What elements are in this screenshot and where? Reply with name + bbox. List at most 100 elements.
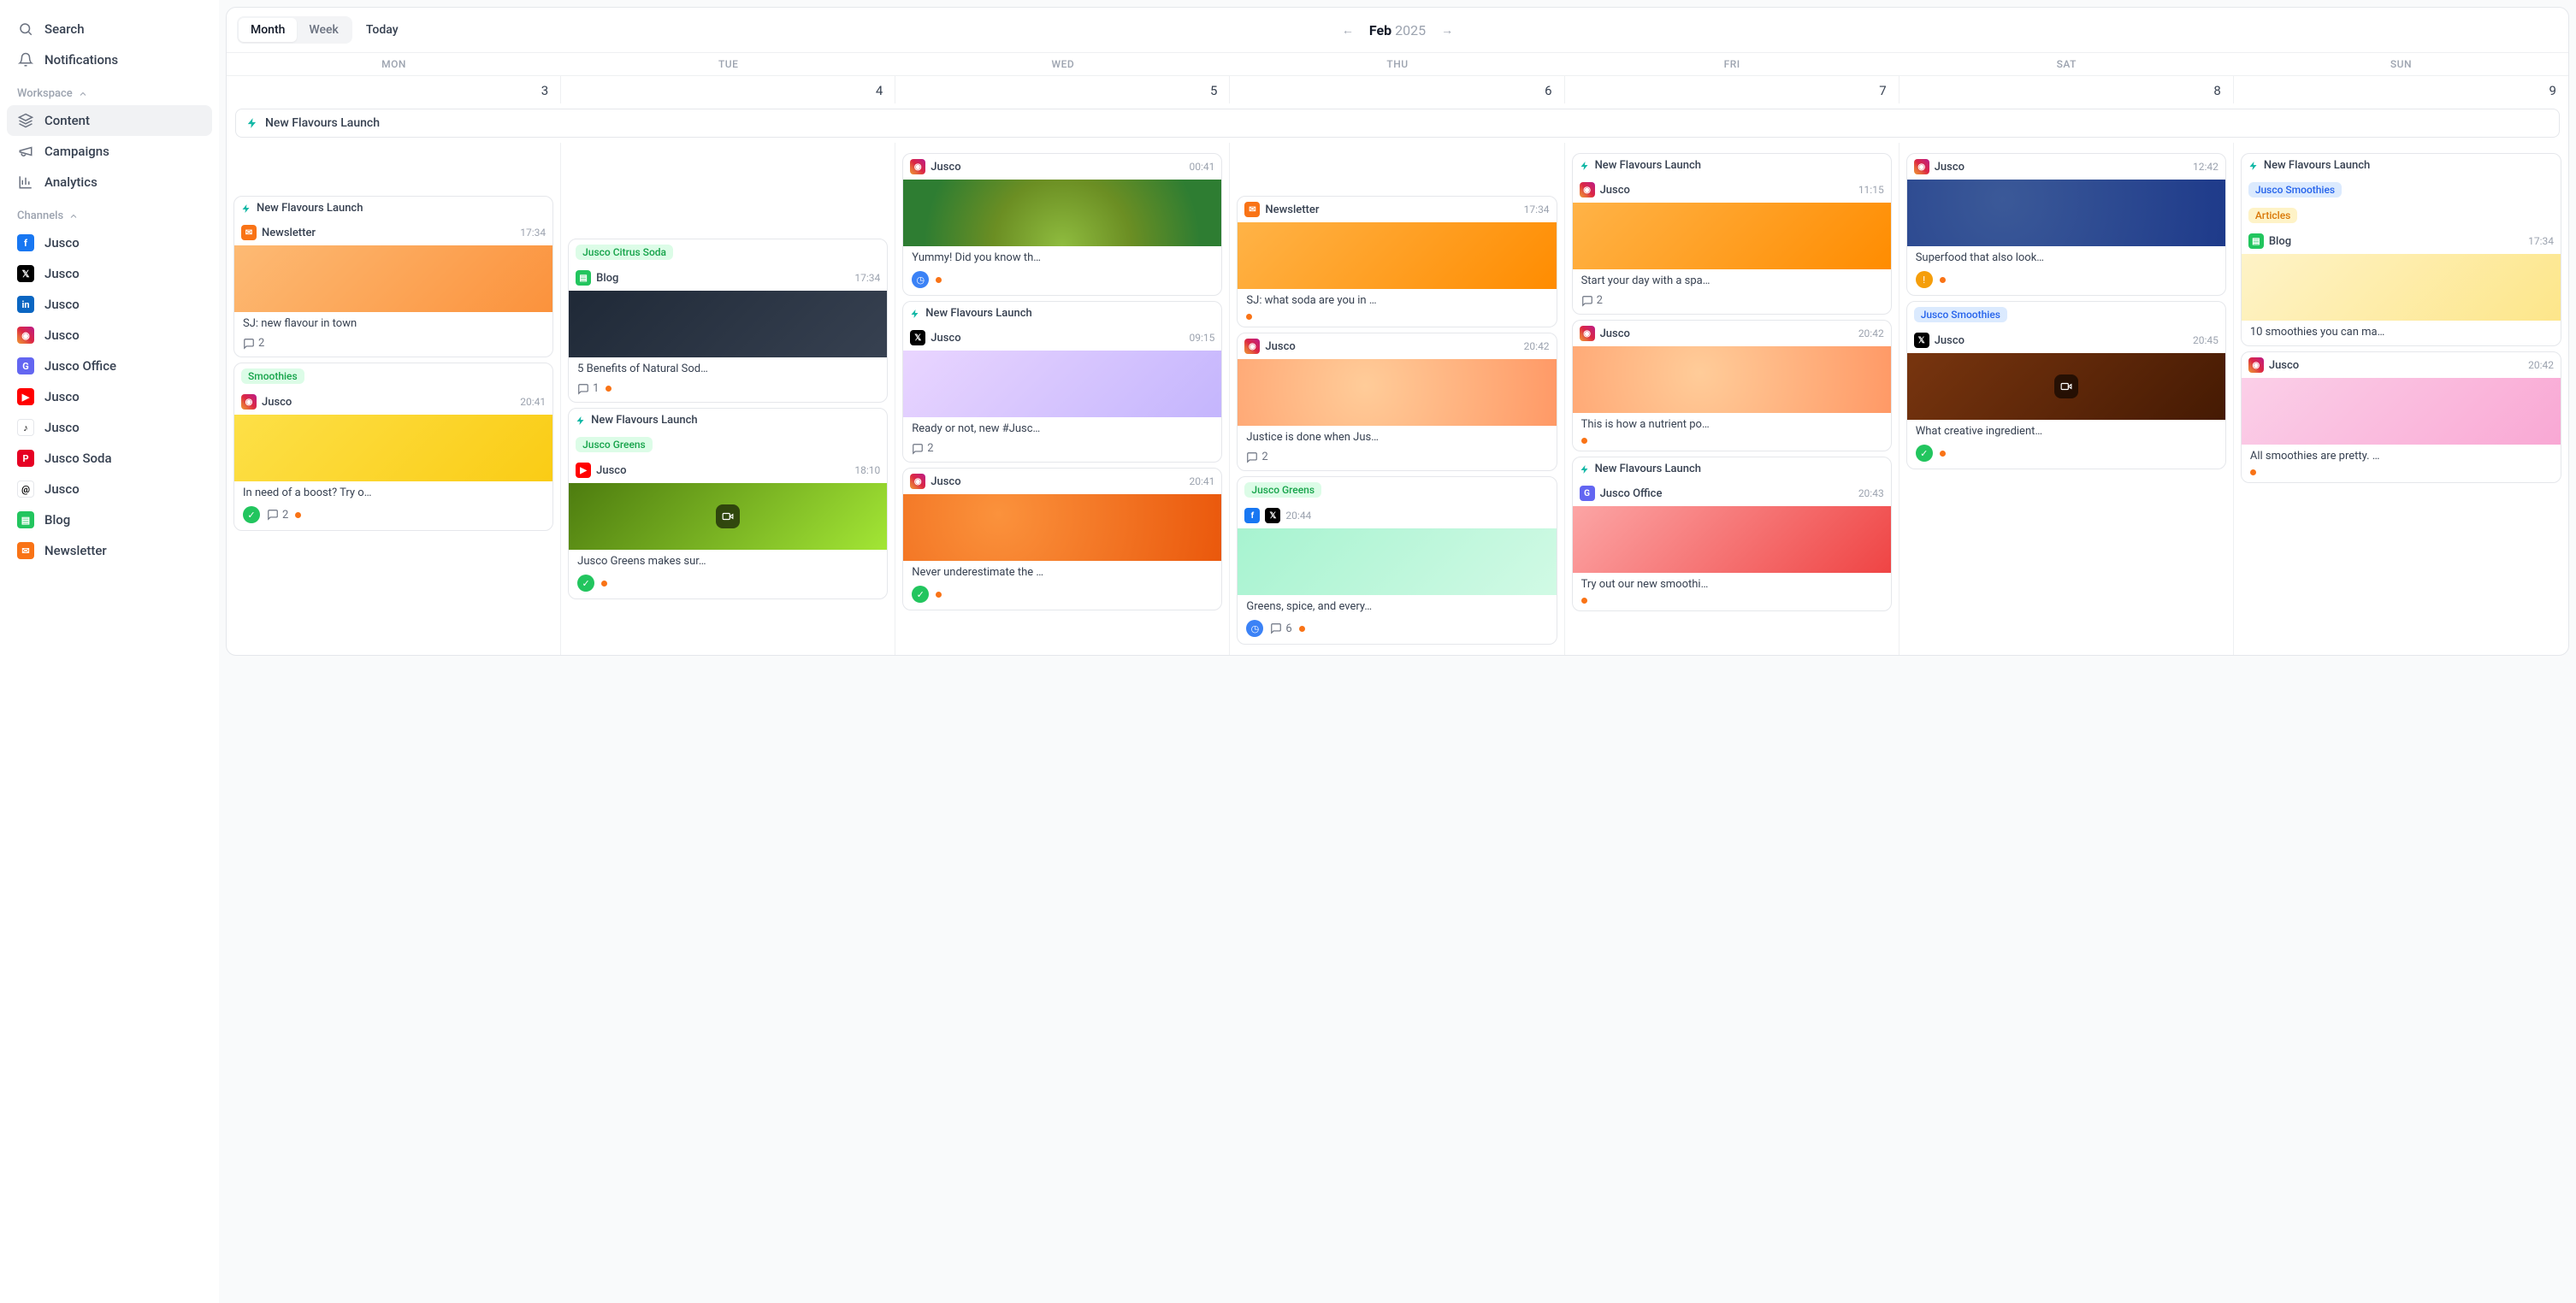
prev-month-icon[interactable]: ← [1342, 23, 1354, 38]
nav-analytics[interactable]: Analytics [7, 167, 212, 198]
day-column-thu: ✉Newsletter17:34SJ: what soda are you in… [1230, 143, 1564, 655]
date-cell[interactable]: 7 [1565, 76, 1900, 103]
post-card[interactable]: Smoothies◉Jusco20:41In need of a boost? … [233, 363, 553, 531]
view-month[interactable]: Month [239, 18, 297, 42]
day-column-sat: ◉Jusco12:42Superfood that also look…!Jus… [1900, 143, 2234, 655]
post-time: 12:42 [2193, 161, 2219, 173]
post-time: 17:34 [854, 272, 880, 284]
channel-doc[interactable]: ▤ Blog [7, 504, 212, 535]
date-header: 3456789 [227, 76, 2568, 103]
campaign-banner[interactable]: New Flavours Launch [235, 109, 2560, 138]
calendar: Month Week Today ← Feb 2025 → MONTUEWEDT… [226, 7, 2569, 656]
post-caption: All smoothies are pretty. … [2242, 445, 2561, 469]
post-time: 18:10 [854, 464, 880, 476]
nav-campaigns[interactable]: Campaigns [7, 136, 212, 167]
channel-x[interactable]: 𝕏 Jusco [7, 258, 212, 289]
date-cell[interactable]: 9 [2234, 76, 2568, 103]
status-dot [606, 386, 612, 392]
post-caption: SJ: new flavour in town [234, 312, 552, 337]
post-time: 20:41 [1190, 475, 1215, 487]
ig-icon: ◉ [2248, 357, 2264, 373]
post-card[interactable]: Jusco Citrus Soda▤Blog17:345 Benefits of… [568, 239, 888, 403]
post-thumbnail [1238, 359, 1556, 426]
post-caption: Greens, spice, and every… [1238, 595, 1556, 620]
nav-content[interactable]: Content [7, 105, 212, 136]
post-card[interactable]: New Flavours Launch◉Jusco11:15Start your… [1572, 153, 1892, 315]
tag-pill: Jusco Greens [1244, 482, 1321, 498]
post-card[interactable]: New Flavours Launch𝕏Jusco09:15Ready or n… [902, 301, 1222, 463]
tag-pill: Jusco Citrus Soda [576, 245, 673, 260]
date-cell[interactable]: 3 [227, 76, 561, 103]
post-time: 20:44 [1285, 510, 1311, 522]
post-thumbnail [569, 291, 887, 357]
status-dot [1940, 277, 1946, 283]
post-thumbnail [2242, 254, 2561, 321]
post-time: 17:34 [520, 227, 546, 239]
day-column-fri: New Flavours Launch◉Jusco11:15Start your… [1565, 143, 1900, 655]
post-caption: Ready or not, new #Jusc… [903, 417, 1221, 442]
channel-li[interactable]: in Jusco [7, 289, 212, 320]
channel-pin[interactable]: P Jusco Soda [7, 443, 212, 474]
ig-icon: ◉ [1580, 182, 1595, 198]
view-week[interactable]: Week [297, 18, 350, 42]
status-dot [295, 512, 301, 518]
post-card[interactable]: ◉Jusco20:42All smoothies are pretty. … [2241, 351, 2561, 483]
ig-icon: ◉ [910, 159, 925, 174]
post-card[interactable]: New Flavours Launch✉Newsletter17:34SJ: n… [233, 196, 553, 357]
dow-cell: THU [1230, 53, 1564, 75]
bell-icon [17, 51, 34, 68]
today-button[interactable]: Today [366, 23, 399, 37]
notifications-item[interactable]: Notifications [7, 44, 212, 75]
tag-pill: Jusco Greens [576, 437, 653, 452]
status-dot [936, 592, 942, 598]
post-card[interactable]: New Flavours LaunchJusco Greens▶Jusco18:… [568, 408, 888, 599]
status-badge: ✓ [577, 575, 594, 592]
year-label: 2025 [1395, 22, 1426, 38]
channel-tk[interactable]: ♪ Jusco [7, 412, 212, 443]
post-time: 11:15 [1858, 184, 1884, 196]
post-card[interactable]: ◉Jusco00:41Yummy! Did you know th…◷ [902, 153, 1222, 296]
channel-ig[interactable]: ◉ Jusco [7, 320, 212, 351]
date-cell[interactable]: 8 [1900, 76, 2234, 103]
weekday-header: MONTUEWEDTHUFRISATSUN [227, 52, 2568, 76]
post-thumbnail [903, 180, 1221, 246]
post-card[interactable]: ✉Newsletter17:34SJ: what soda are you in… [1237, 196, 1557, 327]
post-card[interactable]: ◉Jusco20:42Justice is done when Jus… 2 [1237, 333, 1557, 471]
post-caption: Start your day with a spa… [1573, 269, 1891, 294]
tag-pill: Articles [2248, 208, 2297, 223]
channel-g[interactable]: G Jusco Office [7, 351, 212, 381]
post-card[interactable]: Jusco Smoothies𝕏Jusco20:45What creative … [1906, 301, 2226, 469]
post-card[interactable]: ◉Jusco20:41Never underestimate the …✓ [902, 468, 1222, 610]
post-card[interactable]: Jusco Greensf𝕏20:44Greens, spice, and ev… [1237, 476, 1557, 645]
post-card[interactable]: ◉Jusco20:42This is how a nutrient po… [1572, 320, 1892, 451]
ig-icon: ◉ [241, 394, 257, 410]
channel-yt[interactable]: ▶ Jusco [7, 381, 212, 412]
search-item[interactable]: Search [7, 14, 212, 44]
post-thumbnail [1573, 203, 1891, 269]
bolt-icon [246, 117, 258, 129]
doc-icon: ▤ [576, 270, 591, 286]
date-cell[interactable]: 4 [561, 76, 895, 103]
post-time: 20:45 [2193, 334, 2219, 346]
post-card[interactable]: New Flavours LaunchJusco SmoothiesArticl… [2241, 153, 2561, 346]
post-caption: 5 Benefits of Natural Sod… [569, 357, 887, 382]
main: Month Week Today ← Feb 2025 → MONTUEWEDT… [219, 0, 2576, 1303]
date-cell[interactable]: 5 [895, 76, 1230, 103]
content-icon [17, 112, 34, 129]
pin-icon: P [17, 450, 34, 467]
workspace-section[interactable]: Workspace [7, 75, 212, 105]
channels-section[interactable]: Channels [7, 198, 212, 227]
campaigns-icon [17, 143, 34, 160]
ig-icon: ◉ [910, 474, 925, 489]
next-month-icon[interactable]: → [1441, 23, 1453, 38]
channel-th[interactable]: @ Jusco [7, 474, 212, 504]
date-cell[interactable]: 6 [1230, 76, 1564, 103]
day-column-sun: New Flavours LaunchJusco SmoothiesArticl… [2234, 143, 2568, 655]
post-card[interactable]: ◉Jusco12:42Superfood that also look…! [1906, 153, 2226, 296]
channel-fb[interactable]: f Jusco [7, 227, 212, 258]
post-caption: This is how a nutrient po… [1573, 413, 1891, 438]
channel-nl[interactable]: ✉ Newsletter [7, 535, 212, 566]
status-dot [1940, 451, 1946, 457]
post-card[interactable]: New Flavours LaunchGJusco Office20:43Try… [1572, 457, 1892, 611]
x-icon: 𝕏 [17, 265, 34, 282]
